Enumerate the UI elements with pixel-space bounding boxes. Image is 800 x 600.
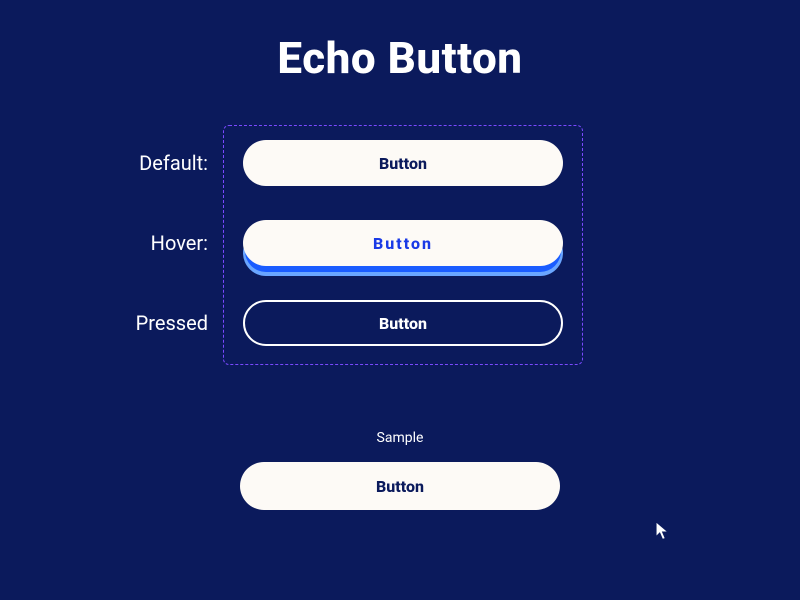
button-default[interactable]: Button [243, 140, 563, 186]
button-pressed-text: Button [379, 314, 427, 333]
state-row-default: Default: Button [0, 140, 800, 186]
button-hover[interactable]: Button [243, 220, 563, 266]
page-title: Echo Button [0, 32, 800, 84]
state-row-pressed: Pressed Button [0, 300, 800, 346]
button-pressed[interactable]: Button [243, 300, 563, 346]
sample-label: Sample [377, 430, 424, 446]
button-sample-text: Button [376, 477, 424, 496]
cursor-icon [655, 521, 670, 543]
button-slot-hover: Button [223, 220, 583, 266]
button-slot-pressed: Button [223, 300, 583, 346]
button-slot-default: Button [223, 140, 583, 186]
button-sample[interactable]: Button [240, 462, 560, 510]
page: Echo Button Default: Button Hover: Butto… [0, 0, 800, 600]
button-default-text: Button [379, 154, 427, 173]
state-row-hover: Hover: Button [0, 215, 800, 271]
sample-area: Sample Button [0, 430, 800, 510]
state-label-hover: Hover: [0, 231, 208, 255]
state-label-default: Default: [0, 151, 208, 175]
button-hover-text: Button [373, 234, 433, 253]
state-label-pressed: Pressed [0, 311, 208, 335]
